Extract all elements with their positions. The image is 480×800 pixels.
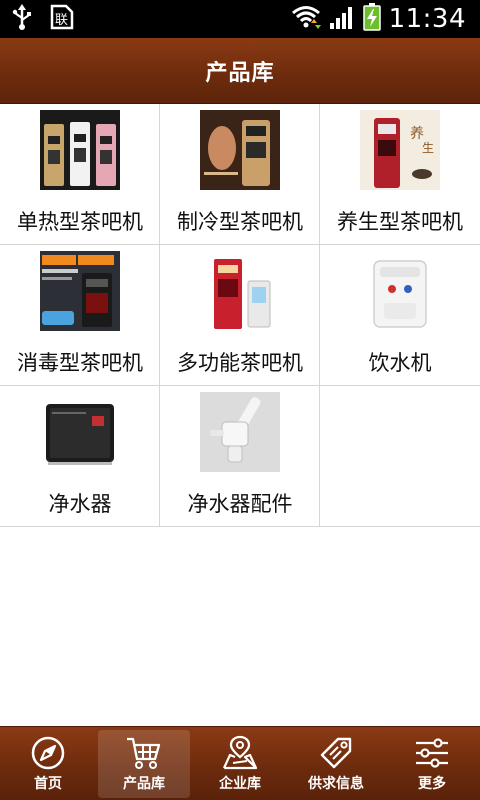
product-label: 净水器: [48, 492, 112, 516]
nav-label: 首页: [34, 776, 62, 792]
nav-item-home[interactable]: 首页: [0, 727, 96, 800]
product-cell-multifunction[interactable]: 多功能茶吧机: [160, 245, 320, 385]
compass-icon: [28, 735, 68, 771]
nav-label: 产品库: [123, 776, 165, 792]
empty-grid-cell: [320, 386, 480, 526]
tag-icon: [316, 735, 356, 771]
nav-item-more[interactable]: 更多: [384, 727, 480, 800]
grid-row: 单热型茶吧机 制冷型茶吧机 养 生 养生型茶吧机: [0, 104, 480, 245]
sim-card-icon: 联: [50, 4, 74, 34]
grid-row: 净水器 净水器配件: [0, 386, 480, 527]
product-cell-water-dispenser[interactable]: 饮水机: [320, 245, 480, 385]
page-title: 产品库: [205, 60, 275, 86]
bottom-nav: 首页 产品库 企业库 供求信息 更多: [0, 726, 480, 800]
cart-icon: [124, 735, 164, 771]
nav-label: 企业库: [219, 776, 261, 792]
status-bar: 联 11:34: [0, 0, 480, 38]
svg-text:养: 养: [410, 126, 424, 142]
usb-icon: [12, 4, 32, 34]
nav-label: 供求信息: [308, 776, 364, 792]
wifi-icon: [291, 4, 321, 34]
battery-charging-icon: [362, 3, 381, 35]
sliders-icon: [412, 735, 452, 771]
nav-label: 更多: [418, 776, 446, 792]
product-cell-single-heat[interactable]: 单热型茶吧机: [0, 104, 160, 244]
product-cell-health[interactable]: 养 生 养生型茶吧机: [320, 104, 480, 244]
grid-row: 消毒型茶吧机 多功能茶吧机 饮水机: [0, 245, 480, 386]
svg-text:生: 生: [422, 141, 434, 155]
product-label: 养生型茶吧机: [337, 210, 463, 234]
product-cell-sterilizing[interactable]: 消毒型茶吧机: [0, 245, 160, 385]
nav-item-products[interactable]: 产品库: [98, 730, 190, 798]
product-thumbnail: [200, 110, 280, 190]
screen: 联 11:34 产品库 单热型茶吧机 制冷型茶吧机 养 生 养生型茶吧机 消毒型…: [0, 0, 480, 800]
nav-item-companies[interactable]: 企业库: [192, 727, 288, 800]
product-label: 单热型茶吧机: [17, 210, 143, 234]
product-label: 消毒型茶吧机: [17, 351, 143, 375]
product-thumbnail: [200, 251, 280, 331]
product-cell-purifier-accessory[interactable]: 净水器配件: [160, 386, 320, 526]
map-icon: [220, 735, 260, 771]
signal-icon: [329, 4, 355, 34]
product-label: 饮水机: [368, 351, 432, 375]
product-cell-cooling[interactable]: 制冷型茶吧机: [160, 104, 320, 244]
clock-time: 11:34: [388, 4, 466, 34]
nav-item-supply-demand[interactable]: 供求信息: [288, 727, 384, 800]
product-label: 多功能茶吧机: [177, 351, 303, 375]
product-thumbnail: [40, 110, 120, 190]
app-header: 产品库: [0, 38, 480, 104]
product-thumbnail: [200, 392, 280, 472]
svg-text:联: 联: [55, 13, 68, 28]
product-thumbnail: [360, 251, 440, 331]
product-label: 净水器配件: [187, 492, 293, 516]
product-grid: 单热型茶吧机 制冷型茶吧机 养 生 养生型茶吧机 消毒型茶吧机 多功能茶吧机 饮…: [0, 104, 480, 527]
product-cell-water-purifier[interactable]: 净水器: [0, 386, 160, 526]
product-thumbnail: [40, 251, 120, 331]
product-thumbnail: 养 生: [360, 110, 440, 190]
product-label: 制冷型茶吧机: [177, 210, 303, 234]
product-thumbnail: [40, 392, 120, 472]
